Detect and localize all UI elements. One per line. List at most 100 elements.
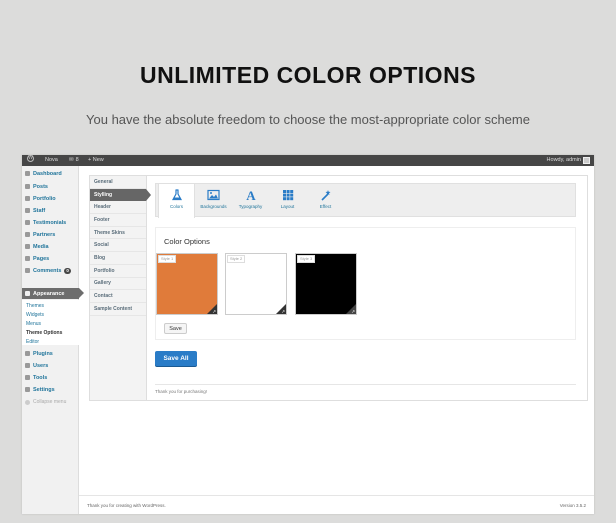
save-all-button[interactable]: Save All <box>155 351 197 366</box>
menu-item-dashboard[interactable]: Dashboard <box>22 168 79 179</box>
menu-item-plugins[interactable]: Plugins <box>22 348 79 359</box>
appearance-icon <box>25 291 30 296</box>
menu-label: Testimonials <box>33 219 67 226</box>
menu-label: Staff <box>33 207 46 214</box>
tab-gallery[interactable]: Gallery <box>90 278 146 291</box>
tab-stylling[interactable]: Stylling <box>90 188 151 202</box>
panel-divider <box>155 384 576 385</box>
comments-badge: 0 <box>64 267 71 274</box>
subtab-effect[interactable]: Effect <box>308 184 343 217</box>
menu-item-portfolio[interactable]: Portfolio <box>22 193 79 204</box>
style-2-swatch[interactable]: Style 2 ↗ <box>225 253 287 315</box>
menu-item-media[interactable]: Media <box>22 241 79 252</box>
tab-blog[interactable]: Blog <box>90 252 146 265</box>
menu-item-posts[interactable]: Posts <box>22 181 79 192</box>
subtab-label: Typography <box>238 204 263 209</box>
collapse-menu-button[interactable]: Collapse menu <box>25 399 66 405</box>
subtab-colors[interactable]: Colors <box>158 184 195 218</box>
thanks-text: Thank you for purchasing! <box>155 389 208 394</box>
style-subtabs: Colors Backgrounds A Typography Layout E… <box>155 183 576 218</box>
pin-icon <box>25 184 30 189</box>
menu-item-appearance[interactable]: Appearance <box>22 288 84 299</box>
wp-logo-menu[interactable]: W <box>27 155 34 162</box>
wordpress-logo-icon: W <box>27 155 34 162</box>
plugins-icon <box>25 351 30 356</box>
hero-subtitle: You have the absolute freedom to choose … <box>86 112 530 127</box>
tab-general[interactable]: General <box>90 176 146 189</box>
wp-admin-screenshot: W Nova ✉ 8 + New Howdy, admin Dashboard … <box>22 155 594 514</box>
pin-icon <box>25 220 30 225</box>
pages-icon <box>25 256 30 261</box>
tab-footer[interactable]: Footer <box>90 214 146 227</box>
users-icon <box>25 363 30 368</box>
new-content-button[interactable]: + New <box>88 155 104 166</box>
subtab-backgrounds[interactable]: Backgrounds <box>196 184 231 217</box>
collapse-label: Collapse menu <box>33 399 67 405</box>
pin-icon <box>25 232 30 237</box>
grid-icon <box>282 190 293 201</box>
swatch-label: Style 1 <box>158 255 177 263</box>
expand-icon: ↗ <box>212 309 216 314</box>
collapse-icon <box>25 399 30 405</box>
pin-icon <box>25 208 30 213</box>
stylling-panel: Colors Backgrounds A Typography Layout E… <box>147 176 587 400</box>
admin-footer: Thank you for creating with WordPress. V… <box>79 495 594 514</box>
tab-contact[interactable]: Contact <box>90 290 146 303</box>
site-name-link[interactable]: Nova <box>45 155 58 166</box>
style-3-swatch[interactable]: Style 3 ↗ <box>295 253 357 315</box>
expand-icon: ↗ <box>351 309 355 314</box>
avatar <box>583 157 590 164</box>
menu-label: Users <box>33 362 49 369</box>
tab-sample-content[interactable]: Sample Content <box>90 303 146 316</box>
swatch-label: Style 2 <box>227 255 246 263</box>
comments-count: 8 <box>75 157 79 163</box>
tools-icon <box>25 375 30 380</box>
menu-label: Comments <box>33 267 62 274</box>
magic-wand-icon <box>320 190 330 201</box>
tab-theme-skins[interactable]: Theme Skins <box>90 227 146 240</box>
comments-icon <box>25 268 30 273</box>
tab-social[interactable]: Social <box>90 240 146 253</box>
options-tab-nav: General Stylling Header Footer Theme Ski… <box>90 176 151 400</box>
menu-label: Media <box>33 243 49 250</box>
subtab-label: Layout <box>280 204 295 209</box>
new-label: + New <box>88 157 104 163</box>
submenu-editor[interactable]: Editor <box>26 339 39 345</box>
menu-label: Partners <box>33 231 56 238</box>
settings-icon <box>25 387 30 392</box>
account-menu[interactable]: Howdy, admin <box>547 155 590 166</box>
comments-link[interactable]: ✉ 8 <box>69 155 79 166</box>
menu-item-pages[interactable]: Pages <box>22 253 79 264</box>
style-1-swatch[interactable]: Style 1 ↗ <box>156 253 218 315</box>
menu-label: Settings <box>33 386 55 393</box>
color-options-card: Color Options Style 1 ↗ Style 2 ↗ Style … <box>155 227 576 340</box>
swatch-label: Style 3 <box>297 255 316 263</box>
tab-portfolio[interactable]: Portfolio <box>90 265 146 278</box>
footer-version: Version 3.5.2 <box>559 503 586 508</box>
menu-label: Portfolio <box>33 195 56 202</box>
save-button[interactable]: Save <box>164 323 187 334</box>
menu-label: Pages <box>33 255 50 262</box>
menu-label: Plugins <box>33 350 53 357</box>
menu-item-users[interactable]: Users <box>22 360 79 371</box>
color-options-title: Color Options <box>164 237 210 246</box>
submenu-menus[interactable]: Menus <box>26 321 41 327</box>
menu-item-settings[interactable]: Settings <box>22 384 79 395</box>
submenu-widgets[interactable]: Widgets <box>26 312 44 318</box>
menu-item-partners[interactable]: Partners <box>22 229 79 240</box>
image-icon <box>207 189 220 201</box>
menu-item-comments[interactable]: Comments 0 <box>22 265 79 276</box>
menu-label: Appearance <box>33 290 65 297</box>
submenu-theme-options[interactable]: Theme Options <box>26 330 62 336</box>
tab-label: Stylling <box>94 192 113 199</box>
menu-item-staff[interactable]: Staff <box>22 205 79 216</box>
submenu-themes[interactable]: Themes <box>26 303 44 309</box>
subtab-layout[interactable]: Layout <box>270 184 305 217</box>
active-menu-arrow <box>79 288 84 298</box>
tab-header[interactable]: Header <box>90 201 146 215</box>
subtab-typography[interactable]: A Typography <box>233 184 268 217</box>
pin-icon <box>25 196 30 201</box>
menu-item-tools[interactable]: Tools <box>22 372 79 383</box>
site-name: Nova <box>45 157 58 163</box>
menu-item-testimonials[interactable]: Testimonials <box>22 217 79 228</box>
